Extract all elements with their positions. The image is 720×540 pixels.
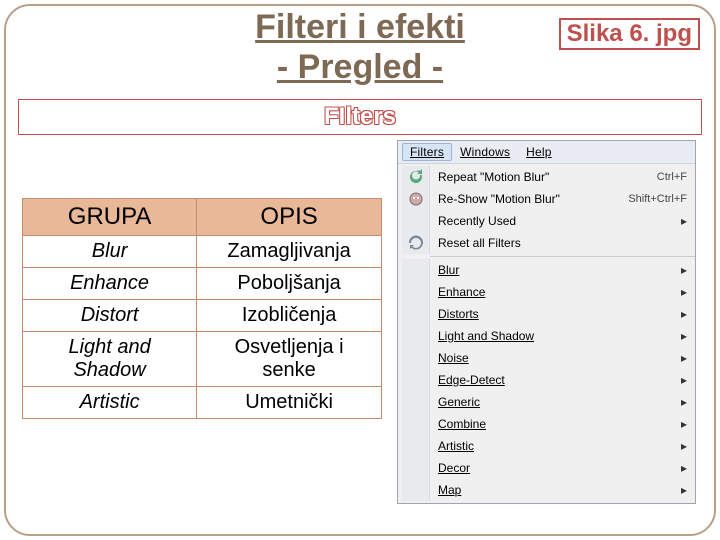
menu-bar-windows-label: Windows	[460, 145, 510, 159]
menu-item-recent[interactable]: Recently Used ▸	[398, 210, 695, 232]
table-header-group: GRUPA	[23, 199, 197, 236]
menu-item-distorts[interactable]: Distorts ▸	[398, 303, 695, 325]
menu-separator	[430, 256, 695, 257]
menu-item-reshow[interactable]: Re-Show "Motion Blur" Shift+Ctrl+F	[398, 188, 695, 210]
menu-item-distorts-label: Distorts	[438, 307, 671, 321]
submenu-arrow-icon: ▸	[677, 307, 687, 321]
menu-bar: Filters Windows Help	[398, 141, 695, 164]
menu-item-reset-label: Reset all Filters	[438, 236, 687, 250]
menu-item-decor[interactable]: Decor ▸	[398, 457, 695, 479]
menu-item-noise-label: Noise	[438, 351, 671, 365]
menu-item-reshow-hotkey: Shift+Ctrl+F	[628, 193, 687, 205]
table-header-desc: OPIS	[197, 199, 382, 236]
submenu-arrow-icon: ▸	[677, 351, 687, 365]
menu-item-repeat[interactable]: Repeat "Motion Blur" Ctrl+F	[398, 166, 695, 188]
menu-bar-filters-label: Filters	[410, 145, 444, 159]
table-row: Distort Izobličenja	[23, 300, 382, 332]
submenu-arrow-icon: ▸	[677, 461, 687, 475]
submenu-arrow-icon: ▸	[677, 373, 687, 387]
menu-item-reset[interactable]: Reset all Filters	[398, 232, 695, 254]
slide-title-line-2: - Pregled -	[0, 48, 720, 87]
table-row: Enhance Poboljšanja	[23, 268, 382, 300]
table-row: Blur Zamagljivanja	[23, 236, 382, 268]
menu-item-map[interactable]: Map ▸	[398, 479, 695, 501]
cell-group: Blur	[23, 236, 197, 268]
menu-item-enhance-label: Enhance	[438, 285, 671, 299]
submenu-arrow-icon: ▸	[677, 263, 687, 277]
cell-group: Artistic	[23, 387, 197, 419]
cell-desc: Osvetljenja i senke	[197, 332, 382, 387]
cell-desc: Umetnički	[197, 387, 382, 419]
menu-item-edge-detect[interactable]: Edge-Detect ▸	[398, 369, 695, 391]
menu-bar-filters[interactable]: Filters	[402, 143, 452, 161]
image-filename-badge: Slika 6. jpg	[559, 18, 700, 50]
menu-item-generic[interactable]: Generic ▸	[398, 391, 695, 413]
menu-item-edge-detect-label: Edge-Detect	[438, 373, 671, 387]
menu-item-combine-label: Combine	[438, 417, 671, 431]
menu-item-reshow-label: Re-Show "Motion Blur"	[438, 192, 622, 206]
menu-bar-help[interactable]: Help	[518, 143, 559, 161]
menu-item-blur[interactable]: Blur ▸	[398, 259, 695, 281]
table-row: Light and Shadow Osvetljenja i senke	[23, 332, 382, 387]
menu-item-enhance[interactable]: Enhance ▸	[398, 281, 695, 303]
table-row: Artistic Umetnički	[23, 387, 382, 419]
menu-item-artistic[interactable]: Artistic ▸	[398, 435, 695, 457]
repeat-icon	[408, 169, 424, 185]
submenu-arrow-icon: ▸	[677, 329, 687, 343]
menu-bar-help-label: Help	[526, 145, 551, 159]
cell-group: Enhance	[23, 268, 197, 300]
menu-bar-windows[interactable]: Windows	[452, 143, 518, 161]
filters-menu-panel: Filters Windows Help Repeat "Motion Blur…	[397, 140, 696, 504]
submenu-arrow-icon: ▸	[677, 285, 687, 299]
cell-desc: Poboljšanja	[197, 268, 382, 300]
menu-item-repeat-label: Repeat "Motion Blur"	[438, 170, 651, 184]
menu-item-noise[interactable]: Noise ▸	[398, 347, 695, 369]
filters-overview-table: GRUPA OPIS Blur Zamagljivanja Enhance Po…	[22, 198, 382, 419]
menu-item-light-shadow-label: Light and Shadow	[438, 329, 671, 343]
cell-group: Light and Shadow	[23, 332, 197, 387]
cell-desc: Izobličenja	[197, 300, 382, 332]
menu-item-map-label: Map	[438, 483, 671, 497]
filters-heading-text: FIlters	[324, 100, 396, 134]
submenu-arrow-icon: ▸	[677, 214, 687, 228]
gimp-icon	[408, 191, 424, 207]
menu-item-recent-label: Recently Used	[438, 214, 671, 228]
menu-item-generic-label: Generic	[438, 395, 671, 409]
filters-dropdown: Repeat "Motion Blur" Ctrl+F Re-Show "Mot…	[398, 164, 695, 503]
submenu-arrow-icon: ▸	[677, 417, 687, 431]
submenu-arrow-icon: ▸	[677, 483, 687, 497]
menu-item-decor-label: Decor	[438, 461, 671, 475]
menu-item-blur-label: Blur	[438, 263, 671, 277]
menu-item-combine[interactable]: Combine ▸	[398, 413, 695, 435]
cell-desc: Zamagljivanja	[197, 236, 382, 268]
submenu-arrow-icon: ▸	[677, 439, 687, 453]
submenu-arrow-icon: ▸	[677, 395, 687, 409]
menu-item-artistic-label: Artistic	[438, 439, 671, 453]
menu-item-repeat-hotkey: Ctrl+F	[657, 171, 687, 183]
cell-group: Distort	[23, 300, 197, 332]
menu-item-light-shadow[interactable]: Light and Shadow ▸	[398, 325, 695, 347]
reset-icon	[408, 235, 424, 251]
filters-heading-box: FIlters	[18, 99, 702, 135]
